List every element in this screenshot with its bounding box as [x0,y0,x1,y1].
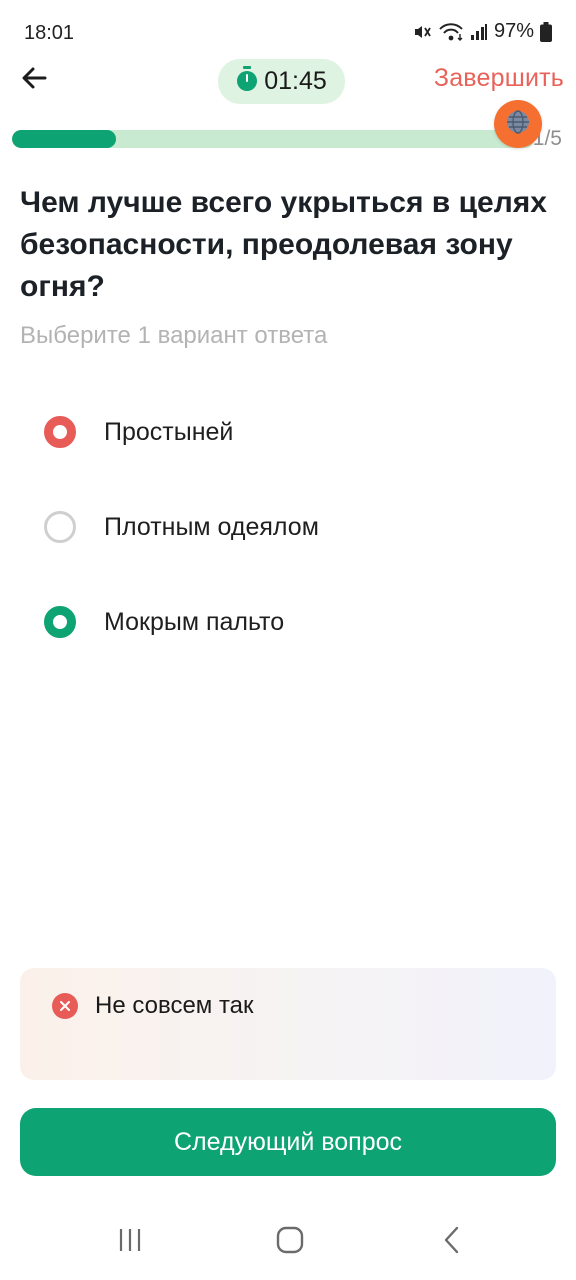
globe-icon [505,109,531,140]
status-time: 18:01 [24,22,75,44]
answer-hint: Выберите 1 вариант ответа [20,322,328,349]
next-question-button[interactable]: Следующий вопрос [20,1108,556,1176]
radio-empty-icon [44,511,76,543]
option-label: Плотным одеялом [104,512,319,541]
option-3[interactable]: Мокрым пальто [44,598,544,646]
arrow-left-icon [20,64,48,97]
wifi-icon [438,22,464,42]
option-label: Простыней [104,417,234,446]
battery-percent: 97% [493,20,534,42]
feedback-panel: Не совсем так [20,968,556,1080]
option-1[interactable]: Простыней [44,408,544,456]
timer: 01:45 [218,59,345,104]
recent-apps-icon [116,1227,144,1258]
feedback-text: Не совсем так [95,992,254,1019]
progress-bar [12,130,534,148]
globe-badge[interactable] [494,100,542,148]
status-icons: 97% [412,20,552,43]
finish-button[interactable]: Завершить [434,64,564,93]
signal-icon [470,23,488,41]
mute-icon [412,22,432,42]
home-icon [276,1226,304,1259]
back-button[interactable] [16,62,52,98]
nav-back-button[interactable] [432,1222,472,1262]
back-icon [441,1226,463,1259]
home-button[interactable] [270,1222,310,1262]
question-text: Чем лучше всего укрыться в целях безопас… [20,186,547,303]
radio-correct-icon [44,606,76,638]
recent-apps-button[interactable] [110,1222,150,1262]
close-circle-icon [52,993,78,1019]
progress-fill [12,130,117,148]
timer-value: 01:45 [264,67,327,95]
battery-icon [540,21,552,42]
option-2[interactable]: Плотным одеялом [44,503,544,551]
radio-wrong-icon [44,416,76,448]
stopwatch-icon [236,66,258,97]
option-label: Мокрым пальто [104,607,285,636]
